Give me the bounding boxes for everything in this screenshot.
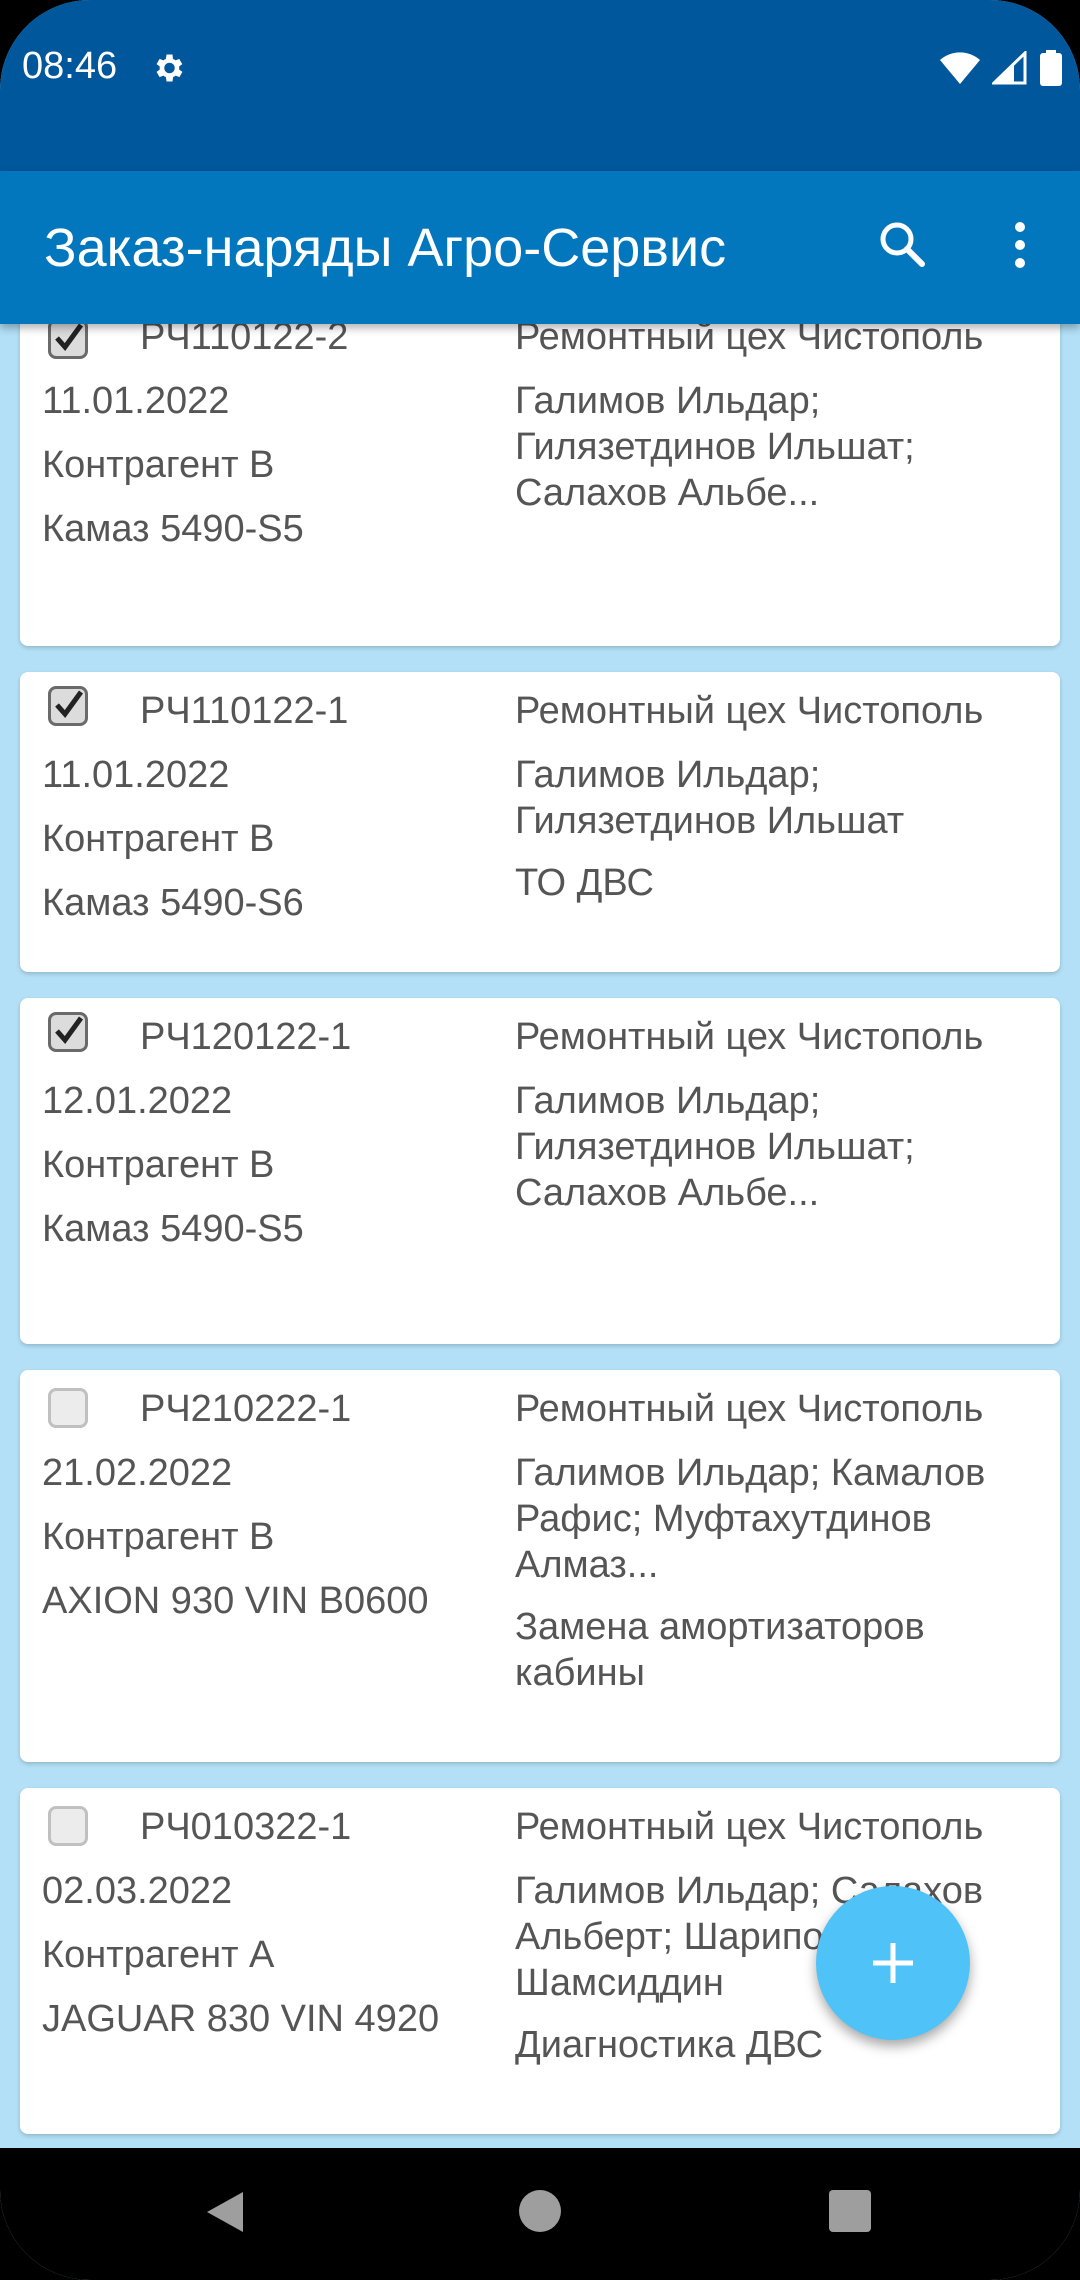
order-checkbox[interactable] <box>48 686 88 726</box>
system-icons <box>940 50 1062 86</box>
order-checkbox[interactable] <box>48 1806 88 1846</box>
check-icon <box>55 690 84 718</box>
order-contractor: Контрагент В <box>42 818 275 860</box>
order-workers: Галимов Ильдар; Камалов Рафис; Муфтахутд… <box>515 1452 986 1586</box>
navigation-bar <box>0 2148 1080 2280</box>
status-time: 08:46 <box>22 45 118 87</box>
check-icon <box>55 324 84 351</box>
order-workshop: Ремонтный цех Чистополь <box>515 324 984 358</box>
order-number: РЧ110122-2 <box>140 324 349 358</box>
order-workshop: Ремонтный цех Чистополь <box>515 1016 984 1058</box>
phone-screen: 08:46 Заказ-наряды Агро-Сервис РЧ110122-… <box>0 0 1080 2280</box>
check-icon <box>55 1016 84 1044</box>
order-workers: Галимов Ильдар; Гилязетдинов Ильшат; Сал… <box>515 380 915 514</box>
order-card[interactable]: РЧ110122-1 11.01.2022 Контрагент В Камаз… <box>20 672 1060 972</box>
order-card[interactable]: РЧ210222-1 21.02.2022 Контрагент В AXION… <box>20 1370 1060 1762</box>
order-workshop: Ремонтный цех Чистополь <box>515 1806 984 1848</box>
order-workshop: Ремонтный цех Чистополь <box>515 690 984 732</box>
order-number: РЧ210222-1 <box>140 1388 352 1430</box>
order-vehicle: Камаз 5490-S5 <box>42 508 304 550</box>
order-checkbox[interactable] <box>48 1012 88 1052</box>
order-workers: Галимов Ильдар; Гилязетдинов Ильшат <box>515 754 905 842</box>
search-icon[interactable] <box>872 215 932 275</box>
order-vehicle: Камаз 5490-S6 <box>42 882 304 924</box>
order-vehicle: AXION 930 VIN B0600 <box>42 1580 429 1622</box>
recents-icon[interactable] <box>829 2190 871 2232</box>
home-icon[interactable] <box>519 2190 561 2232</box>
order-date: 21.02.2022 <box>42 1452 233 1494</box>
order-vehicle: JAGUAR 830 VIN 4920 <box>42 1998 440 2040</box>
order-number: РЧ120122-1 <box>140 1016 352 1058</box>
order-date: 12.01.2022 <box>42 1080 233 1122</box>
order-description: Диагностика ДВС <box>515 2024 824 2066</box>
add-icon <box>873 1943 913 1983</box>
app-bar: Заказ-наряды Агро-Сервис <box>0 171 1080 324</box>
gear-icon <box>156 54 183 82</box>
order-contractor: Контрагент В <box>42 1516 275 1558</box>
order-card[interactable]: РЧ110122-2 11.01.2022 Контрагент В Камаз… <box>20 324 1060 646</box>
battery-icon <box>1040 50 1062 86</box>
order-date: 11.01.2022 <box>42 754 230 796</box>
order-contractor: Контрагент В <box>42 1144 275 1186</box>
order-card[interactable]: РЧ120122-1 12.01.2022 Контрагент В Камаз… <box>20 998 1060 1344</box>
order-date: 02.03.2022 <box>42 1870 233 1912</box>
order-checkbox[interactable] <box>48 324 88 359</box>
status-bar: 08:46 <box>0 0 1080 171</box>
more-vert-icon[interactable] <box>990 215 1050 275</box>
order-checkbox[interactable] <box>48 1388 88 1428</box>
order-description: Замена амортизаторов кабины <box>515 1606 925 1694</box>
order-number: РЧ010322-1 <box>140 1806 352 1848</box>
order-workers: Галимов Ильдар; Гилязетдинов Ильшат; Сал… <box>515 1080 915 1214</box>
orders-list[interactable]: РЧ110122-2 11.01.2022 Контрагент В Камаз… <box>0 324 1080 2144</box>
signal-icon <box>992 51 1027 85</box>
order-number: РЧ110122-1 <box>140 690 349 732</box>
order-contractor: Контрагент В <box>42 444 275 486</box>
back-icon[interactable] <box>205 2190 245 2234</box>
order-contractor: Контрагент А <box>42 1934 275 1976</box>
wifi-icon <box>940 52 980 84</box>
order-vehicle: Камаз 5490-S5 <box>42 1208 304 1250</box>
order-description: ТО ДВС <box>515 862 654 904</box>
order-workshop: Ремонтный цех Чистополь <box>515 1388 984 1430</box>
app-title: Заказ-наряды Агро-Сервис <box>44 218 727 278</box>
order-date: 11.01.2022 <box>42 380 230 422</box>
add-order-button[interactable] <box>816 1886 970 2040</box>
